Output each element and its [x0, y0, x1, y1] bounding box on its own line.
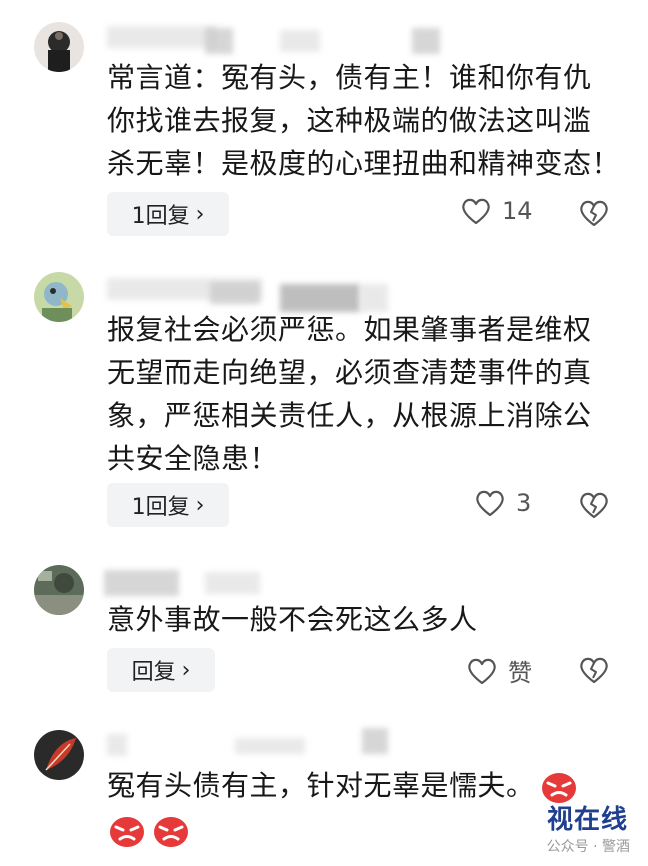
comment-text: 常言道：冤有头，债有主！谁和你有仇 你找谁去报复，这种极端的做法这叫滥 杀无辜！… [107, 61, 621, 180]
watermark-caption: 公众号 · 警酒 [547, 836, 630, 856]
chevron-right-icon: › [195, 492, 205, 518]
username-blur [235, 738, 305, 754]
dislike-button[interactable] [578, 490, 610, 524]
angry-face-emoji [110, 817, 144, 847]
comment-text: 报复社会必须严惩。如果肇事者是维权 无望而走向绝望，必须查清楚事件的真 象，严惩… [107, 313, 592, 475]
broken-heart-icon [580, 657, 608, 684]
avatar[interactable] [34, 272, 84, 322]
username[interactable] [107, 26, 217, 48]
broken-heart-icon [580, 200, 608, 227]
avatar[interactable] [34, 565, 84, 615]
like-button[interactable]: 3 [474, 488, 531, 518]
heart-outline-icon [476, 490, 504, 517]
username-blur [210, 282, 260, 304]
reply-label: 1回复 [131, 204, 190, 229]
reply-label: 回复 [131, 660, 176, 685]
reply-label: 1回复 [131, 495, 190, 520]
reply-button[interactable]: 1回复 › [107, 192, 229, 236]
heart-outline-icon [468, 658, 496, 684]
reply-button[interactable]: 1回复 › [107, 483, 229, 527]
like-button[interactable]: 14 [460, 196, 533, 226]
watermark-caption-text: 公众号 · 警酒 [546, 839, 630, 855]
chevron-right-icon: › [181, 657, 191, 683]
like-count: 14 [502, 197, 533, 225]
comment-item: 意外事故一般不会死这么多人 回复 › 赞 [0, 550, 648, 720]
username-blur [280, 30, 320, 52]
angry-face-emoji [154, 817, 188, 847]
watermark-logo-text: 视在线 [546, 805, 628, 835]
heart-outline-icon [462, 198, 490, 225]
like-count: 3 [516, 489, 532, 517]
username-blur [362, 728, 388, 754]
username-blur [412, 28, 440, 54]
chevron-right-icon: › [195, 201, 205, 227]
comment-text: 意外事故一般不会死这么多人 [107, 603, 478, 636]
username[interactable] [107, 734, 127, 756]
watermark-logo: 视在线 [547, 799, 628, 836]
broken-heart-icon [580, 492, 608, 519]
comment-item: 常言道：冤有头，债有主！谁和你有仇 你找谁去报复，这种极端的做法这叫滥 杀无辜！… [0, 0, 648, 250]
dislike-button[interactable] [578, 655, 610, 689]
comment-item: 报复社会必须严惩。如果肇事者是维权 无望而走向绝望，必须查清楚事件的真 象，严惩… [0, 250, 648, 550]
dislike-button[interactable] [578, 198, 610, 232]
like-button[interactable]: 赞 [466, 653, 532, 688]
avatar[interactable] [34, 22, 84, 72]
username-blur [205, 572, 260, 594]
reply-button[interactable]: 回复 › [107, 648, 215, 692]
avatar[interactable] [34, 730, 84, 780]
username[interactable] [104, 570, 179, 596]
username-blur [205, 28, 233, 54]
like-label: 赞 [508, 659, 532, 687]
